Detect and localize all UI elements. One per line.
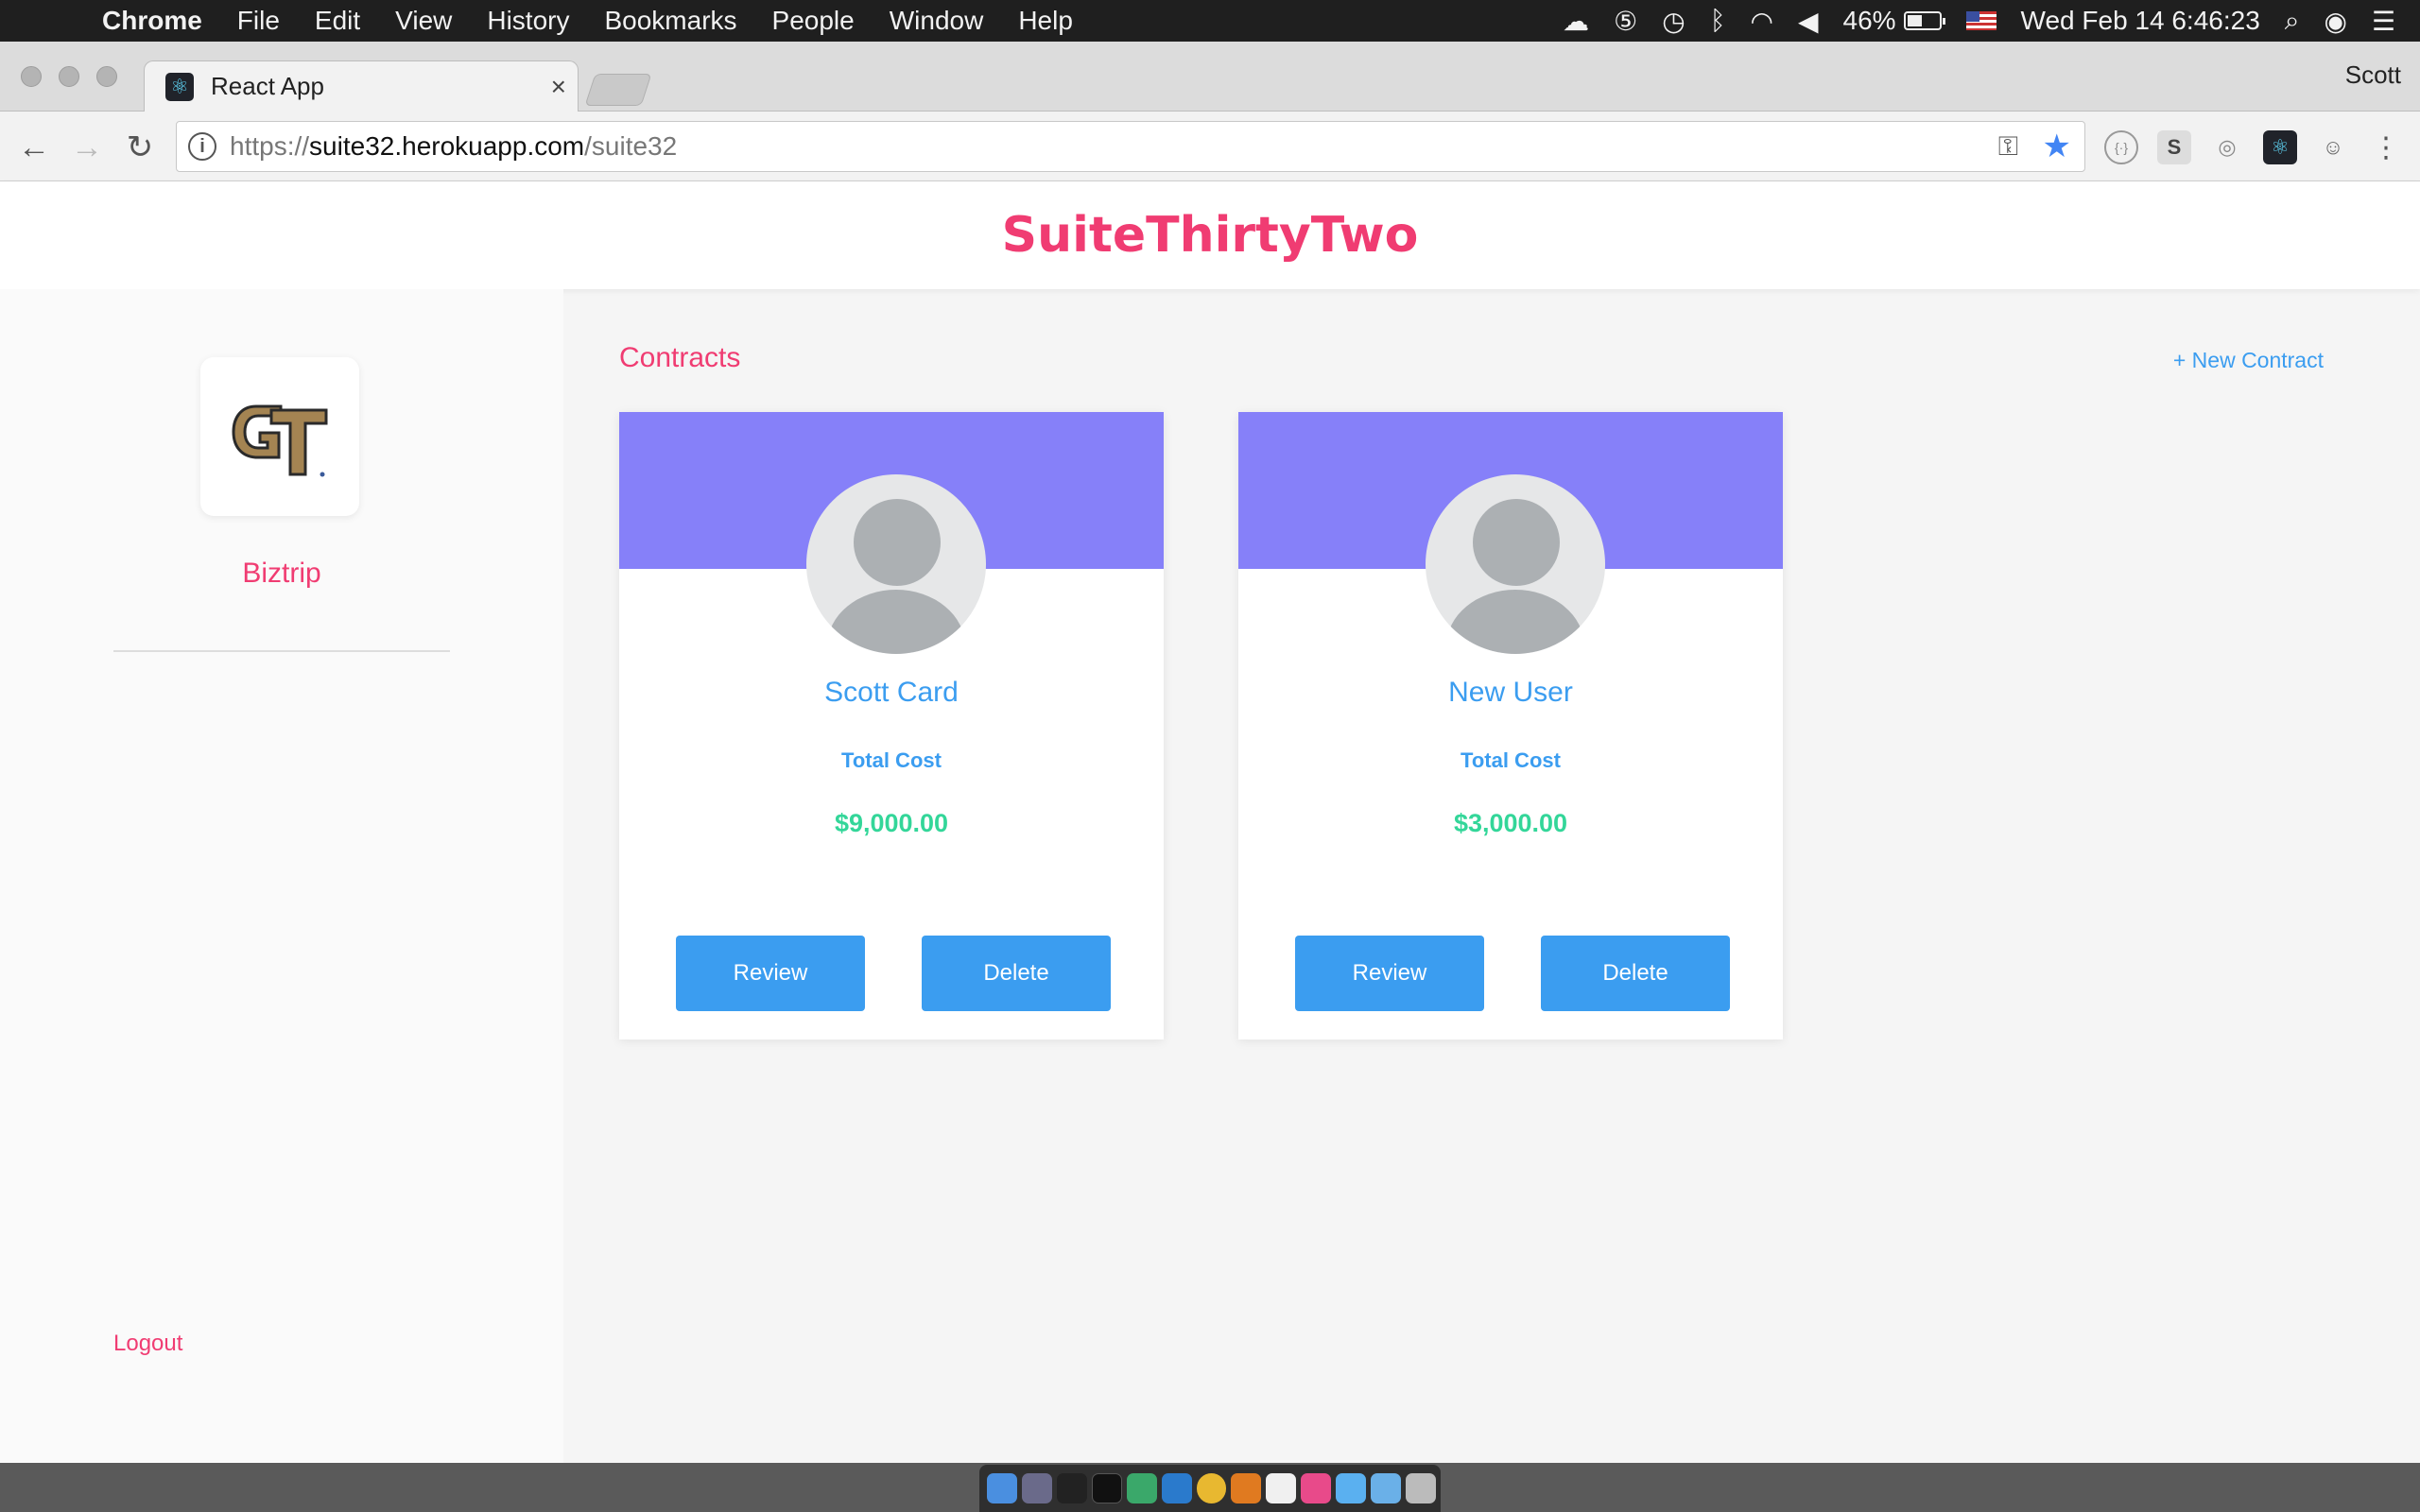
macos-menu-bar: Chrome File Edit View History Bookmarks … — [0, 0, 2420, 42]
menu-edit[interactable]: Edit — [315, 6, 360, 36]
battery-status[interactable]: 46% — [1842, 6, 1945, 36]
chrome-menu-icon[interactable]: ⋮ — [2369, 130, 2403, 164]
forward-arrow-icon[interactable]: → — [68, 129, 106, 166]
main-content: Contracts + New Contract Scott Card Tota… — [563, 289, 2420, 1463]
url-host: suite32.herokuapp.com — [309, 131, 585, 161]
user-avatar-icon — [1426, 474, 1605, 654]
chrome-icon[interactable] — [1196, 1473, 1227, 1503]
menu-bookmarks[interactable]: Bookmarks — [604, 6, 736, 36]
window-close-button[interactable] — [21, 66, 42, 87]
review-button[interactable]: Review — [676, 936, 865, 1011]
url-path: /suite32 — [584, 131, 678, 161]
messages-icon[interactable] — [1336, 1473, 1367, 1503]
new-tab-button[interactable] — [584, 74, 652, 106]
input-source-flag-icon[interactable] — [1965, 11, 1996, 30]
extension-json-icon[interactable]: {·} — [2104, 130, 2138, 164]
app-header: SuiteThirtyTwo — [0, 181, 2420, 289]
delete-button[interactable]: Delete — [922, 936, 1111, 1011]
launchpad-icon[interactable] — [1021, 1473, 1052, 1503]
bluetooth-icon[interactable]: ᛒ — [1710, 6, 1726, 36]
org-logo[interactable] — [200, 357, 359, 516]
extension-hide-icon[interactable]: ◎ — [2210, 130, 2244, 164]
siri-icon[interactable]: ◉ — [2324, 6, 2346, 37]
terminal-icon[interactable] — [1056, 1473, 1087, 1503]
html5-icon[interactable]: ⑤ — [1614, 6, 1637, 37]
logout-link[interactable]: Logout — [113, 1331, 182, 1357]
new-contract-link[interactable]: + New Contract — [2173, 348, 2324, 373]
menu-file[interactable]: File — [237, 6, 280, 36]
web-page: SuiteThirtyTwo Biztrip Logout Contracts … — [0, 181, 2420, 1463]
spotlight-search-icon[interactable]: ⌕ — [2285, 6, 2300, 37]
total-cost-value: $3,000.00 — [1453, 809, 1568, 837]
extension-face-icon[interactable]: ☺ — [2316, 130, 2350, 164]
profile-name[interactable]: Scott — [2345, 60, 2401, 90]
clock[interactable]: Wed Feb 14 6:46:23 — [2021, 6, 2260, 36]
menu-chrome[interactable]: Chrome — [102, 6, 202, 36]
battery-percent: 46% — [1842, 6, 1896, 35]
sublime-icon[interactable] — [1231, 1473, 1262, 1503]
safari-icon[interactable] — [1126, 1473, 1157, 1503]
wifi-icon[interactable]: ◠ — [1751, 6, 1773, 37]
site-info-icon[interactable]: i — [188, 132, 216, 161]
delete-button[interactable]: Delete — [1541, 936, 1730, 1011]
bookmark-star-icon[interactable]: ★ — [2043, 128, 2071, 165]
brand-title[interactable]: SuiteThirtyTwo — [1002, 207, 1419, 264]
creative-cloud-icon[interactable]: ☁ — [1563, 6, 1589, 37]
browser-tab-strip: ⚛ React App × Scott — [0, 42, 2420, 112]
itunes-icon[interactable] — [1301, 1473, 1332, 1503]
macos-dock — [979, 1465, 1441, 1512]
sidebar-divider — [113, 650, 450, 652]
tab-react-app[interactable]: ⚛ React App × — [144, 60, 579, 112]
folder-icon[interactable] — [1371, 1473, 1402, 1503]
menu-history[interactable]: History — [487, 6, 569, 36]
back-arrow-icon[interactable]: ← — [15, 129, 53, 166]
url-scheme: https:// — [230, 131, 310, 161]
menu-view[interactable]: View — [395, 6, 452, 36]
total-cost-label: Total Cost — [841, 748, 942, 772]
total-cost-label: Total Cost — [1461, 748, 1561, 772]
tab-close-icon[interactable]: × — [551, 72, 566, 102]
total-cost-value: $9,000.00 — [834, 809, 949, 837]
react-devtools-icon[interactable]: ⚛ — [2263, 130, 2297, 164]
trash-icon[interactable] — [1406, 1473, 1436, 1503]
contracts-heading: Contracts — [619, 342, 741, 373]
review-button[interactable]: Review — [1295, 936, 1484, 1011]
vscode-icon[interactable] — [1161, 1473, 1192, 1503]
contract-user-name: Scott Card — [824, 677, 959, 708]
menu-help[interactable]: Help — [1018, 6, 1073, 36]
volume-icon[interactable]: ◀ — [1798, 6, 1819, 37]
password-key-icon[interactable]: ⚿ — [1998, 131, 2018, 163]
address-bar[interactable]: i https://suite32.herokuapp.com/suite32 … — [176, 121, 2085, 172]
iterm-icon[interactable] — [1091, 1473, 1122, 1503]
browser-toolbar: ← → ↻ i https://suite32.herokuapp.com/su… — [0, 112, 2420, 181]
menu-window[interactable]: Window — [890, 6, 984, 36]
org-name[interactable]: Biztrip — [0, 558, 563, 590]
window-minimize-button[interactable] — [59, 66, 79, 87]
extension-s-icon[interactable]: S — [2157, 130, 2191, 164]
user-avatar-icon — [806, 474, 986, 654]
react-favicon-icon: ⚛ — [165, 72, 194, 101]
sidebar: Biztrip Logout — [0, 289, 563, 1463]
battery-icon — [1903, 11, 1945, 30]
reload-icon[interactable]: ↻ — [121, 129, 159, 166]
time-machine-icon[interactable]: ◷ — [1662, 6, 1685, 37]
menu-people[interactable]: People — [772, 6, 855, 36]
contract-user-name: New User — [1448, 677, 1573, 708]
gt-logo-icon — [232, 404, 328, 477]
contract-card: New User Total Cost $3,000.00 Review Del… — [1238, 412, 1783, 1040]
contract-card: Scott Card Total Cost $9,000.00 Review D… — [619, 412, 1164, 1040]
photos-icon[interactable] — [1266, 1473, 1297, 1503]
finder-icon[interactable] — [987, 1473, 1017, 1503]
window-zoom-button[interactable] — [96, 66, 117, 87]
notification-center-icon[interactable]: ☰ — [2372, 6, 2395, 37]
tab-title: React App — [211, 72, 324, 100]
